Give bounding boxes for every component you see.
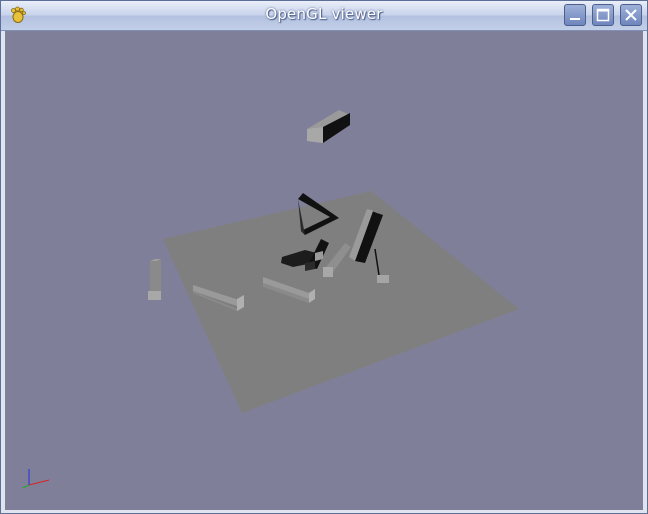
window-title: OpenGL viewer (265, 5, 383, 23)
maximize-icon (596, 8, 610, 22)
axes-gizmo-icon (22, 469, 50, 489)
title-bar[interactable]: OpenGL viewer (1, 1, 647, 31)
small-cube (377, 275, 389, 283)
close-icon (625, 9, 637, 21)
opengl-viewport[interactable] (5, 31, 643, 510)
minimize-icon (570, 18, 580, 20)
3d-scene[interactable] (5, 31, 643, 510)
minimize-button[interactable] (564, 4, 586, 26)
upright-block-left (148, 259, 161, 300)
maximize-button[interactable] (592, 4, 614, 26)
floating-block (307, 110, 350, 143)
close-button[interactable] (620, 4, 642, 26)
opengl-viewer-window: OpenGL viewer (0, 0, 648, 514)
